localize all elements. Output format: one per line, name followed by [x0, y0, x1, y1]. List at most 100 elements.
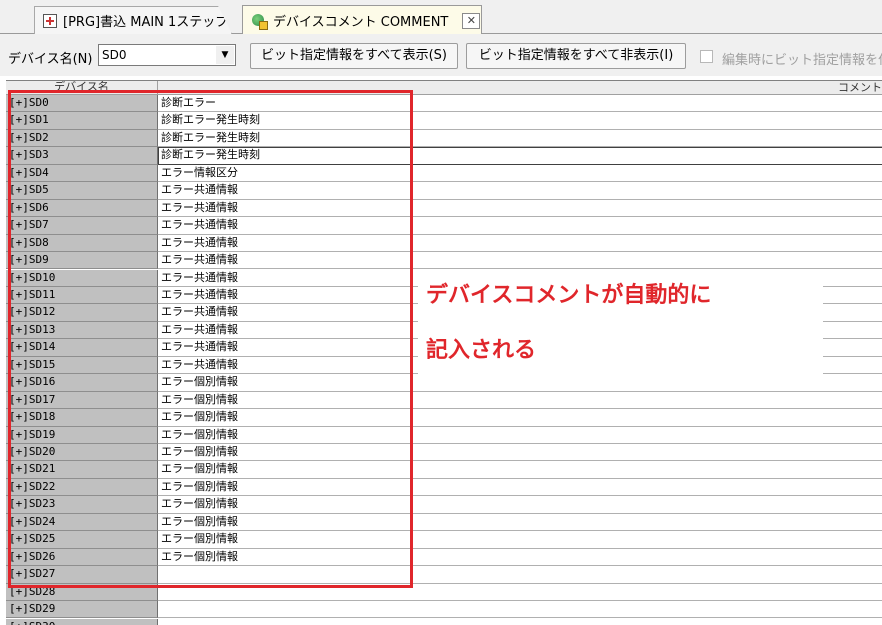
table-row[interactable]: [+]SD22 エラー個別情報 — [6, 478, 882, 497]
comment-cell[interactable]: エラー個別情報 — [158, 461, 882, 479]
table-row[interactable]: [+]SD21 エラー個別情報 — [6, 461, 882, 479]
table-row[interactable]: [+]SD6 エラー共通情報 — [6, 199, 882, 218]
comment-cell[interactable]: 診断エラー発生時刻 — [158, 147, 882, 165]
comment-cell[interactable] — [158, 584, 882, 602]
table-row[interactable]: [+]SD27 — [6, 566, 882, 584]
device-name-cell[interactable]: [+]SD18 — [6, 409, 158, 427]
table-row[interactable]: [+]SD8 エラー共通情報 — [6, 234, 882, 253]
device-name-cell[interactable]: [+]SD22 — [6, 478, 158, 497]
table-row[interactable]: [+]SD1 診断エラー発生時刻 — [6, 112, 882, 130]
table-row[interactable]: [+]SD7 エラー共通情報 — [6, 217, 882, 235]
comment-cell[interactable] — [158, 601, 882, 619]
device-name-cell[interactable]: [+]SD4 — [6, 164, 158, 183]
table-row[interactable]: [+]SD25 エラー個別情報 — [6, 531, 882, 549]
table-row[interactable]: [+]SD26 エラー個別情報 — [6, 548, 882, 567]
table-row[interactable]: [+]SD4 エラー情報区分 — [6, 164, 882, 183]
device-name-cell[interactable]: [+]SD3 — [6, 147, 158, 165]
device-name-cell[interactable]: [+]SD15 — [6, 356, 158, 375]
device-name-cell[interactable]: [+]SD11 — [6, 286, 158, 305]
comment-cell[interactable]: エラー個別情報 — [158, 427, 882, 444]
comment-cell[interactable]: エラー共通情報 — [158, 217, 882, 235]
column-header-comment-label: コメント — [838, 81, 882, 94]
device-name-cell[interactable]: [+]SD25 — [6, 531, 158, 549]
device-name-cell[interactable]: [+]SD5 — [6, 182, 158, 200]
comment-cell[interactable]: エラー情報区分 — [158, 165, 882, 183]
comment-cell[interactable]: エラー個別情報 — [158, 479, 882, 497]
table-row[interactable]: [+]SD2 診断エラー発生時刻 — [6, 129, 882, 148]
tab-device-comment[interactable]: デバイスコメント COMMENT ✕ — [242, 5, 482, 35]
device-name-cell[interactable]: [+]SD30 — [6, 618, 158, 625]
device-name-cell[interactable]: [+]SD0 — [6, 95, 158, 113]
toolbar: デバイス名(N) SD0 ▼ ビット指定情報をすべて表示(S) ビット指定情報を… — [0, 34, 882, 76]
close-tab-button[interactable]: ✕ — [462, 12, 481, 29]
comment-cell[interactable]: エラー個別情報 — [158, 444, 882, 462]
comment-cell[interactable]: 診断エラー発生時刻 — [158, 112, 882, 130]
table-row[interactable]: [+]SD5 エラー共通情報 — [6, 182, 882, 200]
table-row[interactable]: [+]SD28 — [6, 583, 882, 602]
comment-cell[interactable]: 診断エラー発生時刻 — [158, 130, 882, 148]
table-row[interactable]: [+]SD3 診断エラー発生時刻 — [6, 147, 882, 165]
device-name-cell[interactable]: [+]SD14 — [6, 339, 158, 357]
device-name-cell[interactable]: [+]SD16 — [6, 374, 158, 392]
table-row[interactable]: [+]SD24 エラー個別情報 — [6, 513, 882, 532]
table-row[interactable]: [+]SD0 診断エラー — [6, 95, 882, 113]
device-name-cell[interactable]: [+]SD1 — [6, 112, 158, 130]
comment-cell[interactable]: エラー共通情報 — [158, 200, 882, 218]
device-name-cell[interactable]: [+]SD7 — [6, 217, 158, 235]
tab-program-label: [PRG]書込 MAIN 1ステップ — [63, 15, 229, 30]
device-name-cell[interactable]: [+]SD24 — [6, 513, 158, 532]
chevron-down-icon[interactable]: ▼ — [216, 46, 234, 64]
device-name-cell[interactable]: [+]SD12 — [6, 304, 158, 322]
comment-cell[interactable]: エラー個別情報 — [158, 409, 882, 427]
comment-cell[interactable]: エラー個別情報 — [158, 496, 882, 514]
comment-cell[interactable]: エラー共通情報 — [158, 235, 882, 253]
table-row[interactable]: [+]SD30 — [6, 618, 882, 625]
device-name-cell[interactable]: [+]SD8 — [6, 234, 158, 253]
device-name-cell[interactable]: [+]SD17 — [6, 391, 158, 410]
program-icon — [43, 13, 57, 28]
comment-cell[interactable]: エラー共通情報 — [158, 252, 882, 270]
device-name-cell[interactable]: [+]SD29 — [6, 601, 158, 619]
callout-text-line1: デバイスコメントが自動的に — [426, 283, 712, 308]
device-name-cell[interactable]: [+]SD6 — [6, 199, 158, 218]
device-name-select[interactable]: SD0 ▼ — [98, 44, 236, 66]
device-name-cell[interactable]: [+]SD28 — [6, 583, 158, 602]
tab-bar: [PRG]書込 MAIN 1ステップ デバイスコメント COMMENT ✕ — [0, 0, 882, 35]
comment-cell[interactable]: エラー個別情報 — [158, 514, 882, 532]
table-row[interactable]: [+]SD19 エラー個別情報 — [6, 426, 882, 444]
comment-cell[interactable]: エラー個別情報 — [158, 531, 882, 549]
table-row[interactable]: [+]SD18 エラー個別情報 — [6, 409, 882, 427]
edit-bits-checkbox[interactable] — [700, 50, 713, 63]
show-all-bits-button[interactable]: ビット指定情報をすべて表示(S) — [250, 43, 458, 69]
comment-cell[interactable]: エラー個別情報 — [158, 549, 882, 567]
table-row[interactable]: [+]SD29 — [6, 601, 882, 619]
callout-text-line2: 記入される — [426, 338, 537, 363]
device-name-cell[interactable]: [+]SD19 — [6, 426, 158, 444]
device-name-cell[interactable]: [+]SD21 — [6, 461, 158, 479]
device-name-cell[interactable]: [+]SD20 — [6, 444, 158, 462]
table-row[interactable]: [+]SD23 エラー個別情報 — [6, 496, 882, 514]
column-header-comment[interactable]: コメント — [158, 81, 882, 95]
device-name-cell[interactable]: [+]SD26 — [6, 548, 158, 567]
comment-cell[interactable] — [158, 566, 882, 584]
comment-cell[interactable]: エラー共通情報 — [158, 182, 882, 200]
edit-bits-checkbox-label: 編集時にビット指定情報を付 — [722, 53, 882, 68]
tab-device-comment-label: デバイスコメント COMMENT — [273, 15, 449, 30]
comment-cell[interactable]: 診断エラー — [158, 95, 882, 113]
device-name-cell[interactable]: [+]SD10 — [6, 269, 158, 287]
table-row[interactable]: [+]SD9 エラー共通情報 — [6, 252, 882, 270]
device-name-label: デバイス名(N) — [8, 52, 93, 67]
device-name-cell[interactable]: [+]SD9 — [6, 252, 158, 270]
hide-all-bits-button[interactable]: ビット指定情報をすべて非表示(I) — [466, 43, 686, 69]
table-row[interactable]: [+]SD17 エラー個別情報 — [6, 391, 882, 410]
device-name-cell[interactable]: [+]SD2 — [6, 129, 158, 148]
table-row[interactable]: [+]SD20 エラー個別情報 — [6, 444, 882, 462]
device-name-cell[interactable]: [+]SD23 — [6, 496, 158, 514]
comment-cell[interactable]: エラー個別情報 — [158, 392, 882, 410]
column-header-device-name[interactable]: デバイス名 — [6, 81, 158, 95]
tab-program-main[interactable]: [PRG]書込 MAIN 1ステップ — [34, 6, 232, 34]
device-name-cell[interactable]: [+]SD27 — [6, 566, 158, 584]
device-name-value: SD0 — [102, 48, 127, 62]
device-name-cell[interactable]: [+]SD13 — [6, 321, 158, 340]
comment-cell[interactable] — [158, 619, 882, 625]
